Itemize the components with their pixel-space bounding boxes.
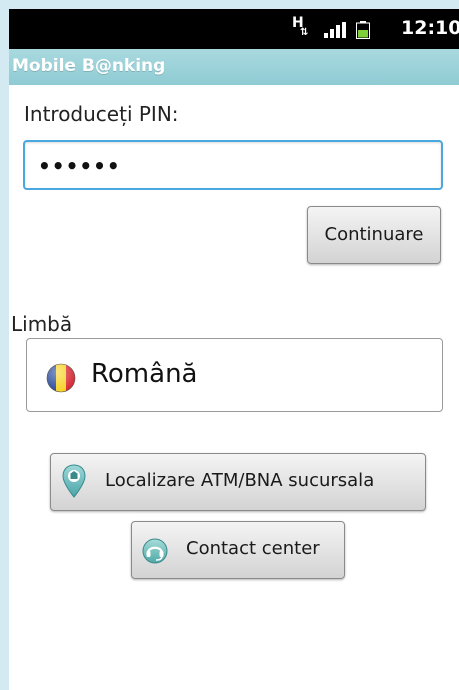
pin-input[interactable]: •••••• [23, 140, 443, 190]
language-label: Limbă [11, 312, 73, 336]
app-screen: H ⇅ 12:10 Mobile B@nking Introduceți PIN… [9, 9, 459, 690]
signal-strength-icon [324, 22, 346, 38]
language-selected-value: Română [91, 359, 198, 389]
contact-center-button[interactable]: Contact center [131, 521, 345, 579]
status-bar: H ⇅ 12:10 [9, 9, 459, 49]
clock: 12:10 [401, 17, 459, 39]
pin-label: Introduceți PIN: [24, 102, 179, 126]
app-title: Mobile B@nking [12, 56, 166, 76]
headset-icon [142, 538, 168, 564]
language-select[interactable]: Română [26, 338, 443, 412]
data-arrows-icon: ⇅ [300, 27, 309, 38]
title-bar: Mobile B@nking [9, 49, 459, 85]
atm-locator-button[interactable]: Localizare ATM/BNA sucursala [50, 453, 426, 511]
atm-locator-label: Localizare ATM/BNA sucursala [105, 470, 375, 491]
romania-flag-icon [46, 363, 76, 393]
pin-input-value: •••••• [38, 154, 121, 178]
battery-icon [356, 21, 370, 39]
contact-center-label: Contact center [186, 538, 320, 559]
network-type-icon: H ⇅ [292, 16, 312, 42]
map-pin-icon [62, 464, 86, 498]
continue-button[interactable]: Continuare [307, 206, 441, 264]
